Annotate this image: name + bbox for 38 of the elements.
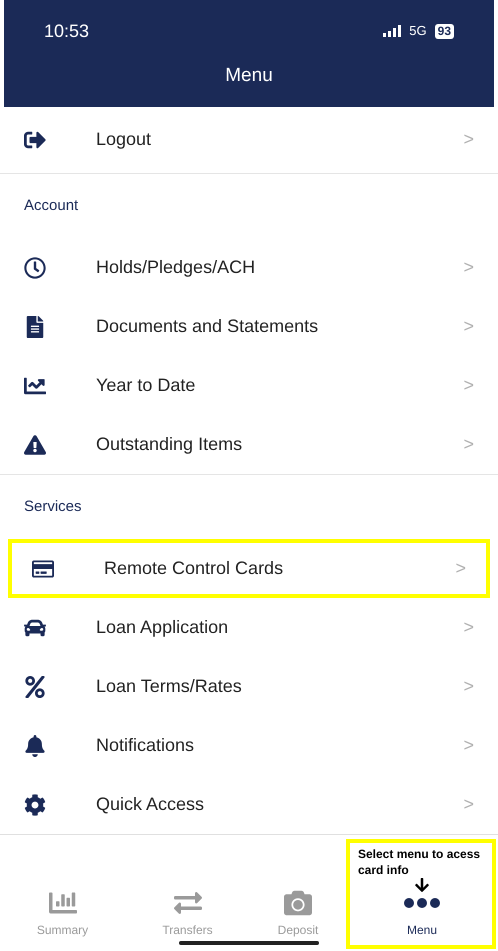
network-label: 5G	[409, 22, 427, 40]
section-heading: Account	[24, 196, 78, 216]
chevron: >	[463, 374, 474, 398]
menu-item-label: Loan Terms/Rates	[96, 675, 242, 698]
menu-item-label: Logout	[96, 128, 152, 152]
chevron: >	[463, 793, 474, 816]
signal-icon	[383, 25, 402, 37]
menu-item-label: Documents and Statements	[96, 315, 318, 338]
credit-card-icon	[32, 558, 54, 580]
chevron: >	[463, 128, 474, 152]
menu-item-label: Year to Date	[96, 374, 196, 398]
battery-level: 93	[434, 24, 454, 38]
chevron: >	[463, 675, 474, 698]
warning-icon	[24, 434, 46, 456]
menu-item-label: Remote Control Cards	[104, 557, 284, 580]
chevron: >	[463, 433, 474, 456]
status-time: 10:53	[44, 20, 90, 42]
more-dots-icon	[404, 898, 440, 908]
bell-icon	[24, 734, 46, 757]
clock-icon	[24, 256, 46, 279]
menu-item-label: Notifications	[96, 734, 194, 758]
header-title: Menu	[225, 64, 273, 88]
annotation-text: Select menu to acess card info	[358, 846, 482, 878]
settings-icon	[24, 794, 46, 816]
chevron: >	[463, 315, 474, 338]
section-heading: Services	[24, 496, 82, 517]
chevron: >	[463, 734, 474, 758]
menu-row[interactable]: Remote Control Cards >	[8, 539, 490, 598]
chevron: >	[463, 256, 474, 280]
menu-item-label: Quick Access	[96, 793, 204, 816]
percent-icon	[24, 676, 46, 698]
chevron: >	[455, 557, 466, 580]
menu-item-label: Holds/Pledges/ACH	[96, 256, 256, 280]
menu-item-label: Outstanding Items	[96, 433, 242, 456]
down-arrow-icon	[414, 877, 430, 893]
document-icon	[24, 316, 46, 338]
chevron: >	[463, 616, 474, 640]
menu-item-label: Loan Application	[96, 616, 228, 640]
